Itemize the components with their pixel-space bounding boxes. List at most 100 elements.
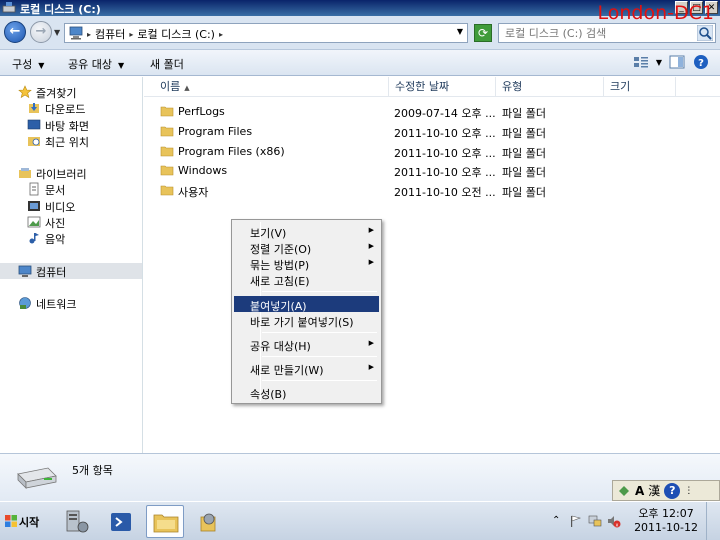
item-count: 5개 항목 <box>72 464 113 477</box>
ime-options-icon[interactable]: ⋮ <box>684 486 693 496</box>
nav-downloads[interactable]: 다운로드 <box>0 100 142 116</box>
nav-videos[interactable]: 비디오 <box>0 198 142 214</box>
file-type: 파일 폴더 <box>502 127 546 140</box>
file-row[interactable]: 사용자 2011-10-10 오전 ... 파일 폴더 <box>144 182 720 200</box>
explorer-button[interactable] <box>146 505 184 538</box>
nav-libraries[interactable]: 라이브러리 <box>0 165 142 181</box>
nav-network[interactable]: 네트워크 <box>0 295 142 311</box>
menu-separator <box>262 380 377 381</box>
ime-help-icon[interactable]: ? <box>664 482 681 499</box>
nav-recent-label: 최근 위치 <box>45 136 89 149</box>
clock-date: 2011-10-12 <box>634 521 698 534</box>
back-button[interactable]: ← <box>4 21 26 43</box>
column-size[interactable]: 크기 <box>604 77 676 97</box>
recent-pages-dropdown[interactable]: ▼ <box>54 28 60 37</box>
nav-computer[interactable]: 컴퓨터 <box>0 263 142 279</box>
organize-label: 구성 <box>12 58 33 71</box>
show-hidden-icons-icon[interactable]: ⌃ <box>552 515 566 529</box>
column-name[interactable]: 이름 ▲ <box>144 77 389 97</box>
menu-item-label: 공유 대상(H) <box>250 340 311 353</box>
column-header: 이름 ▲ 수정한 날짜 유형 크기 <box>144 77 720 97</box>
menu-item-share-with[interactable]: 공유 대상(H) ▶ <box>234 336 379 353</box>
server-manager-button[interactable] <box>58 505 96 538</box>
menu-item-sort-by[interactable]: 정렬 기준(O) ▶ <box>234 239 379 256</box>
nav-music[interactable]: 음악 <box>0 230 142 246</box>
context-menu: 보기(V) ▶ 정렬 기준(O) ▶ 묶는 방법(P) ▶ 새로 고침(E) 붙여넣기… <box>231 219 382 404</box>
nav-desktop[interactable]: 바탕 화면 <box>0 117 142 133</box>
menu-item-paste-shortcut[interactable]: 바로 가기 붙여넣기(S) <box>234 312 379 329</box>
menu-item-refresh[interactable]: 새로 고침(E) <box>234 271 379 288</box>
chevron-right-icon[interactable]: ▸ <box>219 30 223 39</box>
file-row[interactable]: Program Files (x86) 2011-10-10 오후 ... 파일… <box>144 143 720 161</box>
system-tray: ⌃ x 오후 12:07 2011-10-12 <box>550 502 720 540</box>
menu-item-label: 새로 만들기(W) <box>250 364 324 377</box>
breadcrumb-local-disk[interactable]: 로컬 디스크 (C:) <box>137 26 215 42</box>
menu-separator <box>262 291 377 292</box>
nav-recent[interactable]: 최근 위치 <box>0 133 142 149</box>
column-modified-label: 수정한 날짜 <box>395 80 450 93</box>
show-desktop-button[interactable] <box>706 502 720 540</box>
folder-icon <box>160 146 174 157</box>
help-icon[interactable]: ? <box>692 54 710 70</box>
share-button[interactable]: 공유 대상 ▼ <box>68 56 124 72</box>
volume-muted-icon[interactable]: x <box>607 514 621 528</box>
address-bar[interactable]: ▸ 컴퓨터 ▸ 로컬 디스크 (C:) ▸ ▼ <box>64 23 468 43</box>
hard-drive-icon <box>17 467 57 489</box>
nav-documents[interactable]: 문서 <box>0 181 142 197</box>
refresh-button[interactable]: ⟳ <box>474 24 492 42</box>
search-input[interactable] <box>505 26 691 40</box>
file-row[interactable]: Windows 2011-10-10 오후 ... 파일 폴더 <box>144 162 720 180</box>
search-box[interactable] <box>498 23 716 43</box>
nav-pictures-label: 사진 <box>45 217 66 230</box>
column-modified[interactable]: 수정한 날짜 <box>389 77 496 97</box>
computer-icon <box>18 265 32 277</box>
nav-favorites[interactable]: 즐겨찾기 <box>0 84 142 100</box>
downloads-icon <box>29 103 39 113</box>
menu-item-paste[interactable]: 붙여넣기(A) <box>234 296 379 313</box>
search-icon[interactable] <box>697 25 713 41</box>
menu-item-new[interactable]: 새로 만들기(W) ▶ <box>234 360 379 377</box>
clock-time: 오후 12:07 <box>638 507 694 520</box>
forward-button[interactable]: → <box>30 21 52 43</box>
menu-item-label: 속성(B) <box>250 388 287 401</box>
nav-computer-label: 컴퓨터 <box>36 266 67 279</box>
ime-hanja-button[interactable]: 漢 <box>648 482 660 499</box>
drive-icon <box>2 2 16 13</box>
command-bar: 구성 ▼ 공유 대상 ▼ 새 폴더 ▼ ? <box>0 50 720 76</box>
nav-pictures[interactable]: 사진 <box>0 214 142 230</box>
folder-icon <box>160 165 174 176</box>
action-center-flag-icon[interactable] <box>568 514 582 528</box>
address-dropdown-icon[interactable]: ▼ <box>457 27 463 36</box>
nav-desktop-label: 바탕 화면 <box>45 120 89 133</box>
chevron-right-icon[interactable]: ▸ <box>129 30 133 39</box>
forward-arrow-icon: → <box>35 24 47 39</box>
menu-item-view[interactable]: 보기(V) ▶ <box>234 223 379 240</box>
column-type[interactable]: 유형 <box>496 77 604 97</box>
view-options-icon[interactable] <box>632 54 650 70</box>
recent-places-icon <box>28 137 40 146</box>
file-row[interactable]: Program Files 2011-10-10 오후 ... 파일 폴더 <box>144 123 720 141</box>
admin-tools-button[interactable] <box>190 505 228 538</box>
preview-pane-icon[interactable] <box>668 54 686 70</box>
star-icon <box>18 85 32 99</box>
svg-text:x: x <box>616 523 619 529</box>
powershell-button[interactable] <box>102 505 140 538</box>
taskbar: 시작 ⌃ x 오후 12:07 2011-10-12 <box>0 501 720 540</box>
ime-tool-icon[interactable] <box>617 484 631 498</box>
menu-item-properties[interactable]: 속성(B) <box>234 384 379 401</box>
menu-item-group-by[interactable]: 묶는 방법(P) ▶ <box>234 255 379 272</box>
network-status-icon[interactable] <box>588 514 602 528</box>
organize-button[interactable]: 구성 ▼ <box>12 56 44 72</box>
ime-input-mode[interactable]: A <box>635 484 644 498</box>
chevron-right-icon[interactable]: ▸ <box>87 30 91 39</box>
view-dropdown-icon[interactable]: ▼ <box>656 58 662 67</box>
start-button[interactable]: 시작 <box>2 510 48 532</box>
file-row[interactable]: PerfLogs 2009-07-14 오후 ... 파일 폴더 <box>144 103 720 121</box>
menu-item-label: 바로 가기 붙여넣기(S) <box>250 316 354 329</box>
folder-icon <box>160 185 174 196</box>
nav-favorites-label: 즐겨찾기 <box>36 87 77 100</box>
new-folder-button[interactable]: 새 폴더 <box>150 56 184 72</box>
clock[interactable]: 오후 12:07 2011-10-12 <box>634 507 698 535</box>
breadcrumb-computer[interactable]: 컴퓨터 <box>95 26 125 42</box>
nav-network-label: 네트워크 <box>36 298 77 311</box>
